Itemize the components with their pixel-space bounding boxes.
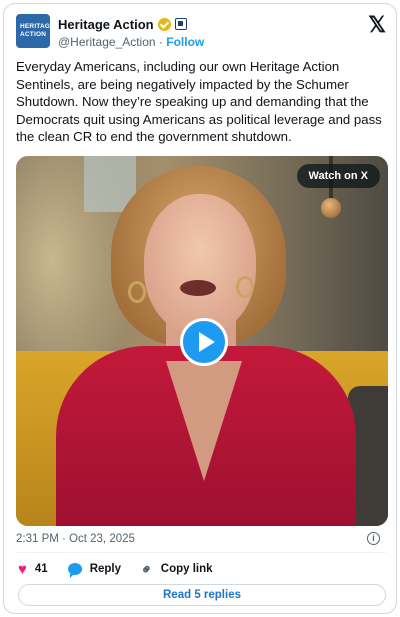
- x-logo-icon[interactable]: 𝕏: [368, 14, 386, 36]
- tweet-text: Everyday Americans, including our own He…: [16, 59, 382, 144]
- reply-button[interactable]: Reply: [67, 563, 122, 578]
- tweet-card: HERITAGE ACTION Heritage Action @Heritag…: [3, 3, 397, 614]
- tweet-header: HERITAGE ACTION Heritage Action @Heritag…: [16, 14, 386, 54]
- play-button-icon[interactable]: [180, 318, 228, 366]
- name-row: Heritage Action: [58, 15, 187, 33]
- verified-badge-icon: [157, 17, 171, 31]
- copy-link-label: Copy link: [160, 563, 213, 575]
- watch-on-x-button[interactable]: Watch on X: [296, 164, 380, 188]
- handle-row: @Heritage_Action · Follow: [58, 35, 204, 49]
- author-handle[interactable]: @Heritage_Action: [58, 35, 156, 49]
- like-button[interactable]: ♥ 41: [18, 562, 48, 577]
- copy-link-button[interactable]: ⚭ Copy link: [137, 559, 213, 579]
- video-player[interactable]: Watch on X: [16, 156, 388, 526]
- action-bar: ♥ 41 Reply ⚭ Copy link: [18, 559, 233, 579]
- reply-bubble-icon: [67, 563, 82, 578]
- video-person-face: [144, 194, 256, 334]
- avatar-text-2: ACTION: [20, 30, 47, 38]
- video-person-neckline: [166, 361, 242, 481]
- video-earring-right: [236, 276, 254, 298]
- separator-dot: ·: [158, 35, 163, 49]
- divider: [16, 552, 386, 553]
- video-earring-left: [128, 281, 146, 303]
- reply-label: Reply: [89, 563, 122, 575]
- link-icon: ⚭: [136, 558, 157, 579]
- read-replies-button[interactable]: Read 5 replies: [18, 584, 386, 606]
- avatar-text-1: HERITAGE: [20, 23, 55, 30]
- video-person-mouth: [180, 280, 216, 296]
- info-icon[interactable]: i: [367, 532, 380, 545]
- follow-button[interactable]: Follow: [166, 35, 204, 49]
- heart-icon: ♥: [18, 560, 27, 578]
- author-name[interactable]: Heritage Action: [58, 17, 154, 32]
- video-lamp-shade: [321, 198, 341, 218]
- like-count: 41: [34, 563, 48, 575]
- tweet-timestamp[interactable]: 2:31 PM · Oct 23, 2025: [16, 533, 135, 545]
- avatar[interactable]: HERITAGE ACTION: [16, 14, 55, 48]
- affiliate-badge-icon: [174, 18, 187, 30]
